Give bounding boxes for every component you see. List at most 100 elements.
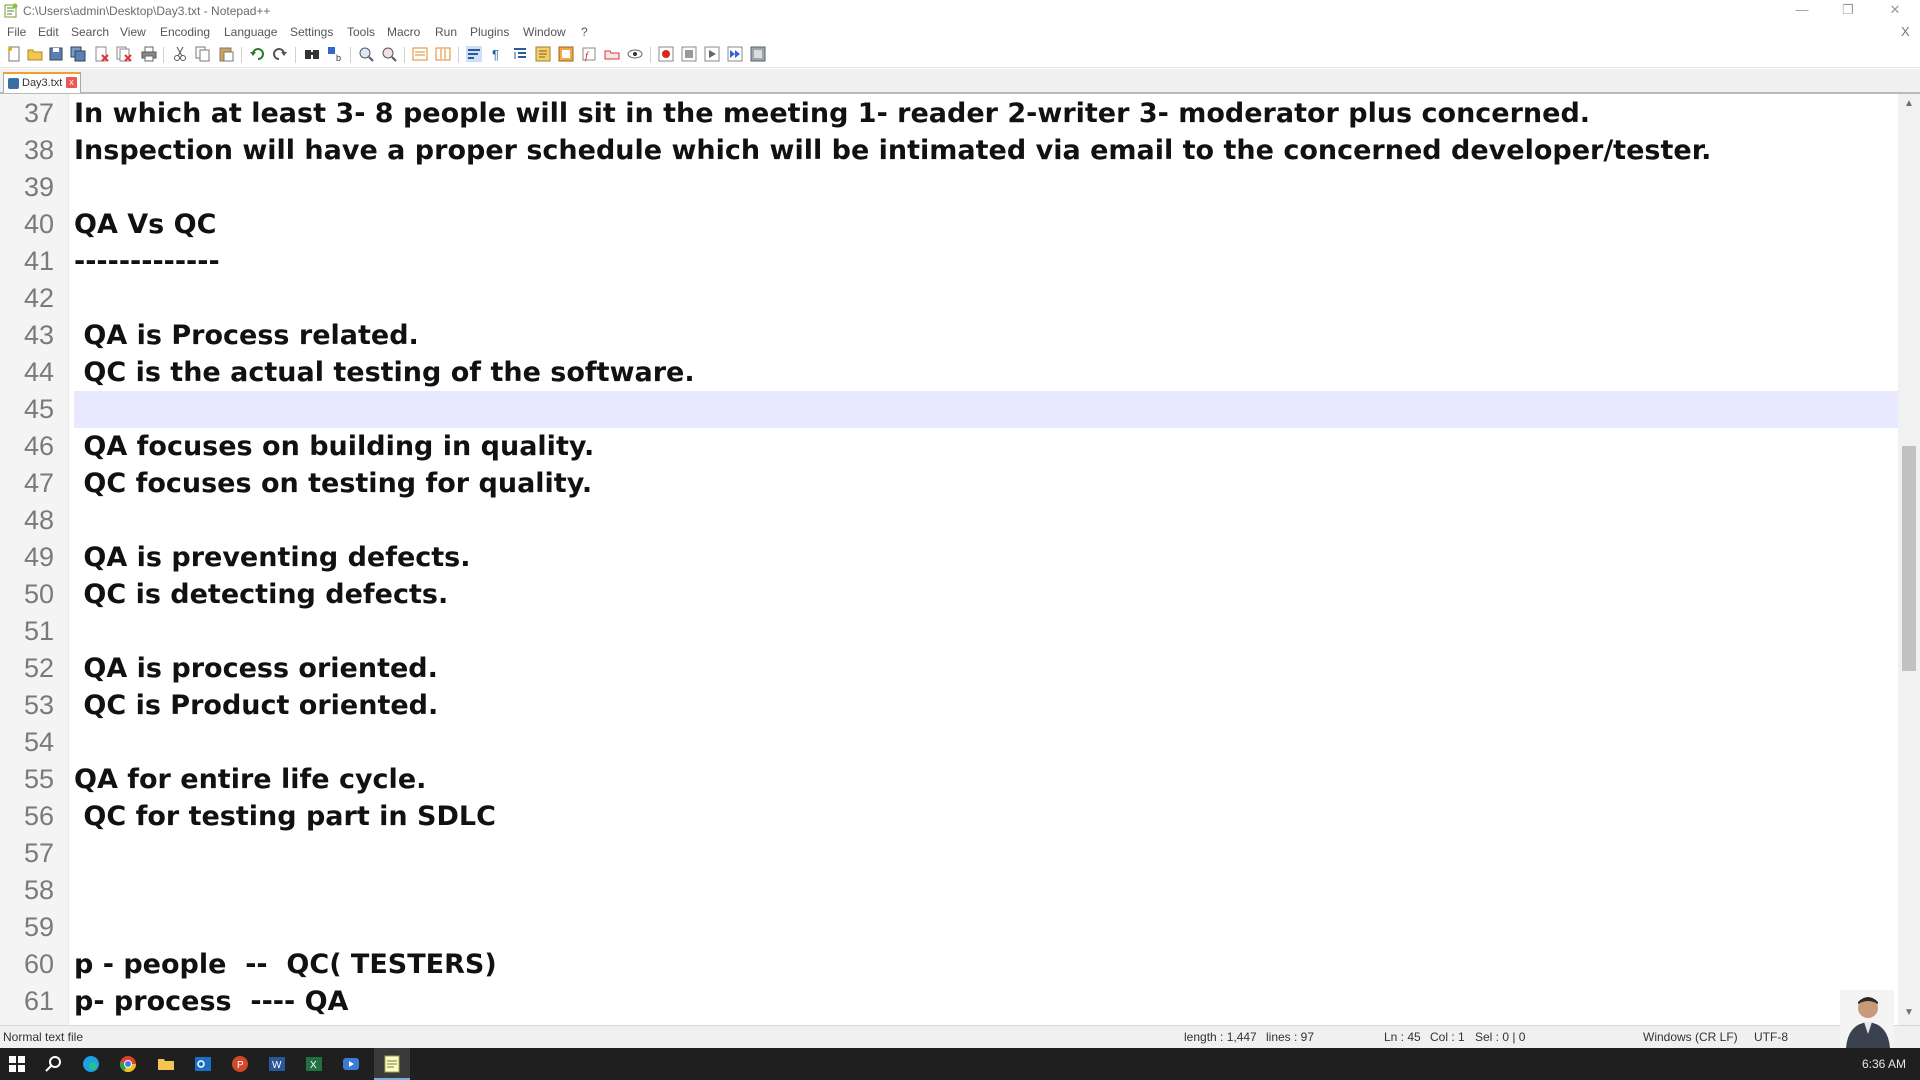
line-number: 43	[23, 320, 54, 350]
active-taskbar-item[interactable]	[374, 1048, 410, 1080]
editor-line-text[interactable]: QA is process oriented.	[74, 650, 438, 687]
zoom-in-icon[interactable]	[358, 46, 374, 62]
copy-icon[interactable]	[195, 46, 211, 62]
search-icon[interactable]	[44, 1054, 64, 1074]
close-icon[interactable]	[93, 46, 109, 62]
excel-icon[interactable]: X	[304, 1054, 324, 1074]
menu-search[interactable]: Search	[71, 25, 109, 39]
svg-text:P: P	[237, 1060, 244, 1071]
text-editor[interactable]: 37 In which at least 3- 8 people will sit…	[0, 94, 1920, 1025]
menu-tools[interactable]: Tools	[347, 25, 375, 39]
notepadpp-app-icon	[4, 3, 18, 18]
editor-line-text[interactable]: p- process ---- QA	[74, 983, 348, 1020]
vertical-scrollbar[interactable]: ▲ ▼	[1898, 94, 1920, 1025]
new-file-icon[interactable]	[6, 46, 22, 62]
undo-icon[interactable]	[249, 46, 265, 62]
paste-icon[interactable]	[218, 46, 234, 62]
show-all-chars-icon[interactable]: ¶	[489, 46, 505, 62]
status-encoding: UTF-8	[1754, 1030, 1788, 1044]
run-macro-multiple-icon[interactable]	[727, 46, 743, 62]
user-defined-lang-icon[interactable]	[535, 46, 551, 62]
editor-line-text[interactable]: p - people -- QC( TESTERS)	[74, 946, 497, 983]
doc-map-icon[interactable]	[558, 46, 574, 62]
line-number: 40	[23, 209, 54, 239]
editor-line-text[interactable]: QA focuses on building in quality.	[74, 428, 594, 465]
indent-guide-icon[interactable]	[512, 46, 528, 62]
save-all-icon[interactable]	[70, 46, 86, 62]
find-icon[interactable]	[304, 46, 320, 62]
line-number: 54	[23, 727, 54, 757]
menu-plugins[interactable]: Plugins	[470, 25, 509, 39]
word-wrap-icon[interactable]	[466, 46, 482, 62]
editor-line-text[interactable]: QC focuses on testing for quality.	[74, 465, 592, 502]
editor-line-text[interactable]: In which at least 3- 8 people will sit i…	[74, 95, 1590, 132]
chrome-icon[interactable]	[118, 1054, 138, 1074]
editor-line-text[interactable]: QA Vs QC	[74, 206, 216, 243]
monitoring-icon[interactable]	[627, 46, 643, 62]
minimize-button[interactable]: —	[1779, 0, 1825, 22]
line-number: 37	[23, 98, 54, 128]
editor-line-text[interactable]: QC for testing part in SDLC	[74, 798, 496, 835]
close-all-icon[interactable]	[116, 46, 132, 62]
zoom-out-icon[interactable]	[381, 46, 397, 62]
notepadpp-icon	[384, 1055, 400, 1073]
menu-view[interactable]: View	[120, 25, 146, 39]
line-number: 46	[23, 431, 54, 461]
restore-button[interactable]: ❐	[1825, 0, 1871, 22]
tab-label: Day3.txt	[22, 77, 63, 89]
save-icon[interactable]	[48, 46, 64, 62]
menu-window[interactable]: Window	[523, 25, 566, 39]
menu-macro[interactable]: Macro	[387, 25, 420, 39]
line-number: 51	[23, 616, 54, 646]
editor-line-text[interactable]: QA is preventing defects.	[74, 539, 470, 576]
function-list-icon[interactable]: f	[581, 46, 597, 62]
sync-horizontal-icon[interactable]	[435, 46, 451, 62]
editor-line-text[interactable]: QC is Product oriented.	[74, 687, 438, 724]
status-col: Col : 1	[1430, 1030, 1465, 1044]
editor-line-text[interactable]: -------------	[74, 243, 220, 280]
scrollbar-thumb[interactable]	[1902, 446, 1916, 671]
status-sel: Sel : 0 | 0	[1475, 1030, 1526, 1044]
file-explorer-icon[interactable]	[156, 1054, 176, 1074]
line-number: 55	[23, 764, 54, 794]
open-file-icon[interactable]	[27, 46, 43, 62]
menu-edit[interactable]: Edit	[38, 25, 59, 39]
powerpoint-icon[interactable]: P	[230, 1054, 250, 1074]
tab-close-button[interactable]: x	[66, 77, 77, 88]
editor-line-text[interactable]: Inspection will have a proper schedule w…	[74, 132, 1711, 169]
outlook-icon[interactable]	[193, 1054, 213, 1074]
tab-day3[interactable]: Day3.txt x	[3, 72, 81, 93]
toolbar: b ¶ f	[0, 43, 1920, 68]
scroll-up-arrow-icon[interactable]: ▲	[1904, 98, 1914, 109]
save-macro-icon[interactable]	[750, 46, 766, 62]
edge-icon[interactable]	[81, 1054, 101, 1074]
menu-encoding[interactable]: Encoding	[160, 25, 210, 39]
play-macro-icon[interactable]	[704, 46, 720, 62]
close-window-button[interactable]: ✕	[1872, 0, 1918, 22]
menu-run[interactable]: Run	[435, 25, 457, 39]
print-icon[interactable]	[141, 46, 157, 62]
tab-strip: Day3.txt x	[0, 69, 1920, 94]
editor-line-text[interactable]: QA is Process related.	[74, 317, 418, 354]
menu-language[interactable]: Language	[224, 25, 277, 39]
replace-icon[interactable]: b	[327, 46, 343, 62]
line-number: 42	[23, 283, 54, 313]
windows-start-icon[interactable]	[7, 1054, 27, 1074]
close-document-button[interactable]: X	[1901, 24, 1910, 39]
video-app-icon[interactable]	[341, 1054, 361, 1074]
word-icon[interactable]: W	[267, 1054, 287, 1074]
stop-macro-icon[interactable]	[681, 46, 697, 62]
redo-icon[interactable]	[272, 46, 288, 62]
scroll-down-arrow-icon[interactable]: ▼	[1904, 1007, 1914, 1018]
editor-line-text[interactable]: QA for entire life cycle.	[74, 761, 426, 798]
menu-settings[interactable]: Settings	[290, 25, 333, 39]
editor-line-text[interactable]: QC is the actual testing of the software…	[74, 354, 694, 391]
record-macro-icon[interactable]	[658, 46, 674, 62]
menu-file[interactable]: File	[7, 25, 26, 39]
menu-help[interactable]: ?	[581, 25, 588, 39]
folder-workspace-icon[interactable]	[604, 46, 620, 62]
editor-line-text[interactable]: QC is detecting defects.	[74, 576, 448, 613]
svg-text:W: W	[272, 1060, 282, 1071]
cut-icon[interactable]	[172, 46, 188, 62]
sync-vertical-icon[interactable]	[412, 46, 428, 62]
